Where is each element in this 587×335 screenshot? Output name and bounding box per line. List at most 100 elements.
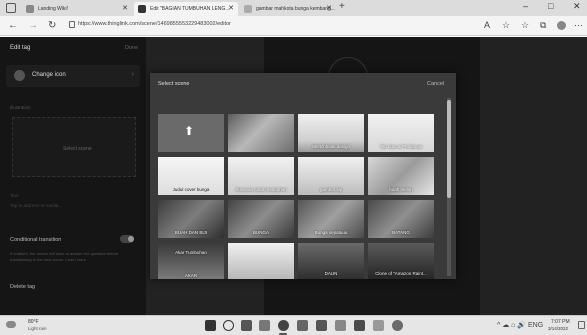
tab-label: gambar mahkota bunga kembang...	[256, 6, 335, 12]
windows-taskbar: 80°F Light rain ^ ☁ ⌂ 🔊 ENG 7:07 PM 3/14…	[0, 315, 587, 335]
weather-icon[interactable]	[6, 321, 16, 328]
photos-icon[interactable]	[373, 320, 384, 331]
collections-icon[interactable]: ⧉	[540, 20, 546, 31]
conditional-transition-label: Conditional transition	[10, 237, 62, 243]
edge-browser-icon[interactable]	[278, 320, 289, 331]
favorites-icon[interactable]: ☆	[521, 20, 529, 31]
scene-caption: Akar Tumbuhan	[175, 250, 207, 255]
scrollbar-thumb[interactable]	[447, 100, 451, 198]
weather-temperature: 80°F	[28, 319, 39, 325]
scene-thumbnail[interactable]: DAUN	[298, 243, 364, 279]
start-button-icon[interactable]	[205, 320, 216, 331]
scene-caption: Bunga sepatuuu	[314, 230, 348, 235]
scene-thumbnail[interactable]: Sketchbook design	[298, 114, 364, 152]
store-icon[interactable]	[316, 320, 327, 331]
scene-thumbnail[interactable]	[228, 243, 294, 279]
scene-caption: buah melon	[389, 187, 413, 192]
app-icon[interactable]	[392, 320, 403, 331]
address-bar: ← → ↻ https://www.thinglink.com/scene/14…	[0, 16, 587, 36]
scene-caption-secondary: AKAR	[184, 273, 198, 278]
scene-caption: BUNGA	[252, 230, 269, 235]
scene-thumbnail[interactable]: BATANG	[368, 200, 434, 238]
tab-favicon-icon	[138, 5, 146, 13]
tab-actions-icon[interactable]	[6, 3, 16, 13]
more-menu-icon[interactable]: ⋯	[574, 20, 583, 31]
scene-caption: Sketchbook design	[311, 144, 351, 149]
done-button[interactable]: Done	[125, 45, 138, 51]
scene-caption: gambar biji	[319, 187, 342, 192]
conditional-transition-toggle[interactable]	[120, 235, 134, 243]
text-label: Text	[10, 193, 19, 198]
search-icon[interactable]	[223, 320, 234, 331]
profile-avatar[interactable]	[557, 21, 566, 30]
tab-favicon-icon	[244, 5, 252, 13]
task-view-icon[interactable]	[241, 320, 252, 331]
scene-thumbnail[interactable]: buah melon	[368, 157, 434, 195]
browser-tab-strip: Landing Wiki! ✕ Edit "BAGIAN TUMBUHAN LE…	[0, 0, 587, 16]
scene-caption: Clone of "Amazon Raint...	[375, 271, 427, 276]
cancel-button[interactable]: Cancel	[427, 81, 444, 87]
scene-caption: BUAH DAN BIJI	[174, 230, 208, 235]
panel-title: Edit tag	[10, 45, 31, 51]
scene-thumbnail[interactable]: gambar biji	[298, 157, 364, 195]
new-tab-button[interactable]: +	[339, 1, 345, 12]
lock-icon[interactable]	[69, 21, 75, 28]
toggle-knob	[128, 236, 134, 242]
select-scene-label: Select scene	[63, 146, 92, 152]
scene-thumbnail[interactable]: Susunan tubuh tumbuhan	[228, 157, 294, 195]
scene-caption: Susunan tubuh tumbuhan	[235, 187, 287, 192]
scene-thumbnail[interactable]: Bunga sepatuuu	[298, 200, 364, 238]
scene-thumbnail[interactable]: BUAH DAN BIJI	[158, 200, 224, 238]
app-icon[interactable]	[354, 320, 365, 331]
scene-caption: BATANG	[392, 230, 410, 235]
tab-label: Landing Wiki!	[38, 6, 69, 12]
modal-title: Select scene	[158, 81, 190, 87]
notification-icon[interactable]	[578, 321, 585, 329]
clock-time[interactable]: 7:07 PM	[551, 319, 570, 325]
refresh-icon[interactable]: ↻	[48, 20, 56, 32]
scene-thumbnail[interactable]: Akar Tumbuhan AKAR	[158, 243, 224, 279]
change-icon-button[interactable]: Change icon ›	[6, 65, 140, 87]
scene-caption: DAUN	[324, 271, 338, 276]
chevron-right-icon: ›	[131, 71, 134, 78]
text-input[interactable]: Tap to add text or media...	[10, 203, 62, 208]
chat-icon[interactable]	[259, 320, 270, 331]
change-icon-label: Change icon	[32, 72, 66, 78]
scene-thumbnail[interactable]: Judul cover bunga	[158, 157, 224, 195]
close-tab-icon[interactable]: ✕	[228, 2, 234, 16]
upload-icon: ⬆	[184, 124, 195, 138]
scene-thumbnail[interactable]: Tab Ikan & Perikanan	[368, 114, 434, 152]
minimize-button[interactable]: –	[523, 1, 528, 11]
tag-icon-preview	[14, 70, 25, 81]
browser-tab-landing[interactable]: Landing Wiki! ✕	[22, 2, 132, 16]
weather-condition: Light rain	[28, 326, 47, 331]
scene-caption: Judul cover bunga	[172, 187, 210, 192]
conditional-description: If enabled, the viewer will have to answ…	[10, 251, 119, 262]
clock-date[interactable]: 3/14/2022	[548, 326, 568, 331]
close-window-button[interactable]: ✕	[573, 1, 581, 12]
system-tray[interactable]: ^ ☁ ⌂ 🔊 ENG	[497, 321, 543, 329]
select-scene-dropzone[interactable]: Select scene	[12, 117, 136, 177]
tab-label: Edit "BAGIAN TUMBUHAN LENG...	[150, 6, 230, 12]
maximize-button[interactable]: □	[548, 1, 553, 11]
url-field[interactable]: https://www.thinglink.com/scene/14698555…	[78, 21, 378, 27]
file-explorer-icon[interactable]	[297, 320, 308, 331]
scene-thumbnail[interactable]: BUNGA	[228, 200, 294, 238]
read-aloud-icon[interactable]: A	[484, 20, 490, 30]
close-tab-icon[interactable]: ✕	[326, 2, 332, 16]
close-tab-icon[interactable]: ✕	[122, 2, 128, 16]
browser-tab-gambar[interactable]: gambar mahkota bunga kembang... ✕	[240, 2, 336, 16]
illustration-label: Illustration	[10, 105, 31, 110]
scene-thumbnail[interactable]	[228, 114, 294, 152]
back-icon[interactable]: ←	[8, 20, 18, 32]
browser-tab-edit[interactable]: Edit "BAGIAN TUMBUHAN LENG... ✕	[134, 2, 238, 16]
select-scene-modal: Select scene Cancel ⬆ Sketchbook design Ta…	[150, 73, 456, 279]
scene-caption: Tab Ikan & Perikanan	[379, 144, 423, 149]
scene-thumbnail[interactable]: Clone of "Amazon Raint...	[368, 243, 434, 279]
scene-thumbnail[interactable]: ⬆	[158, 114, 224, 152]
edit-tag-panel: Edit tag Done Change icon › Illustration…	[0, 37, 146, 315]
forward-icon[interactable]: →	[28, 20, 38, 32]
favorite-star-icon[interactable]: ☆	[502, 20, 510, 31]
mail-icon[interactable]	[335, 320, 346, 331]
delete-tag-button[interactable]: Delete tag	[10, 284, 35, 290]
